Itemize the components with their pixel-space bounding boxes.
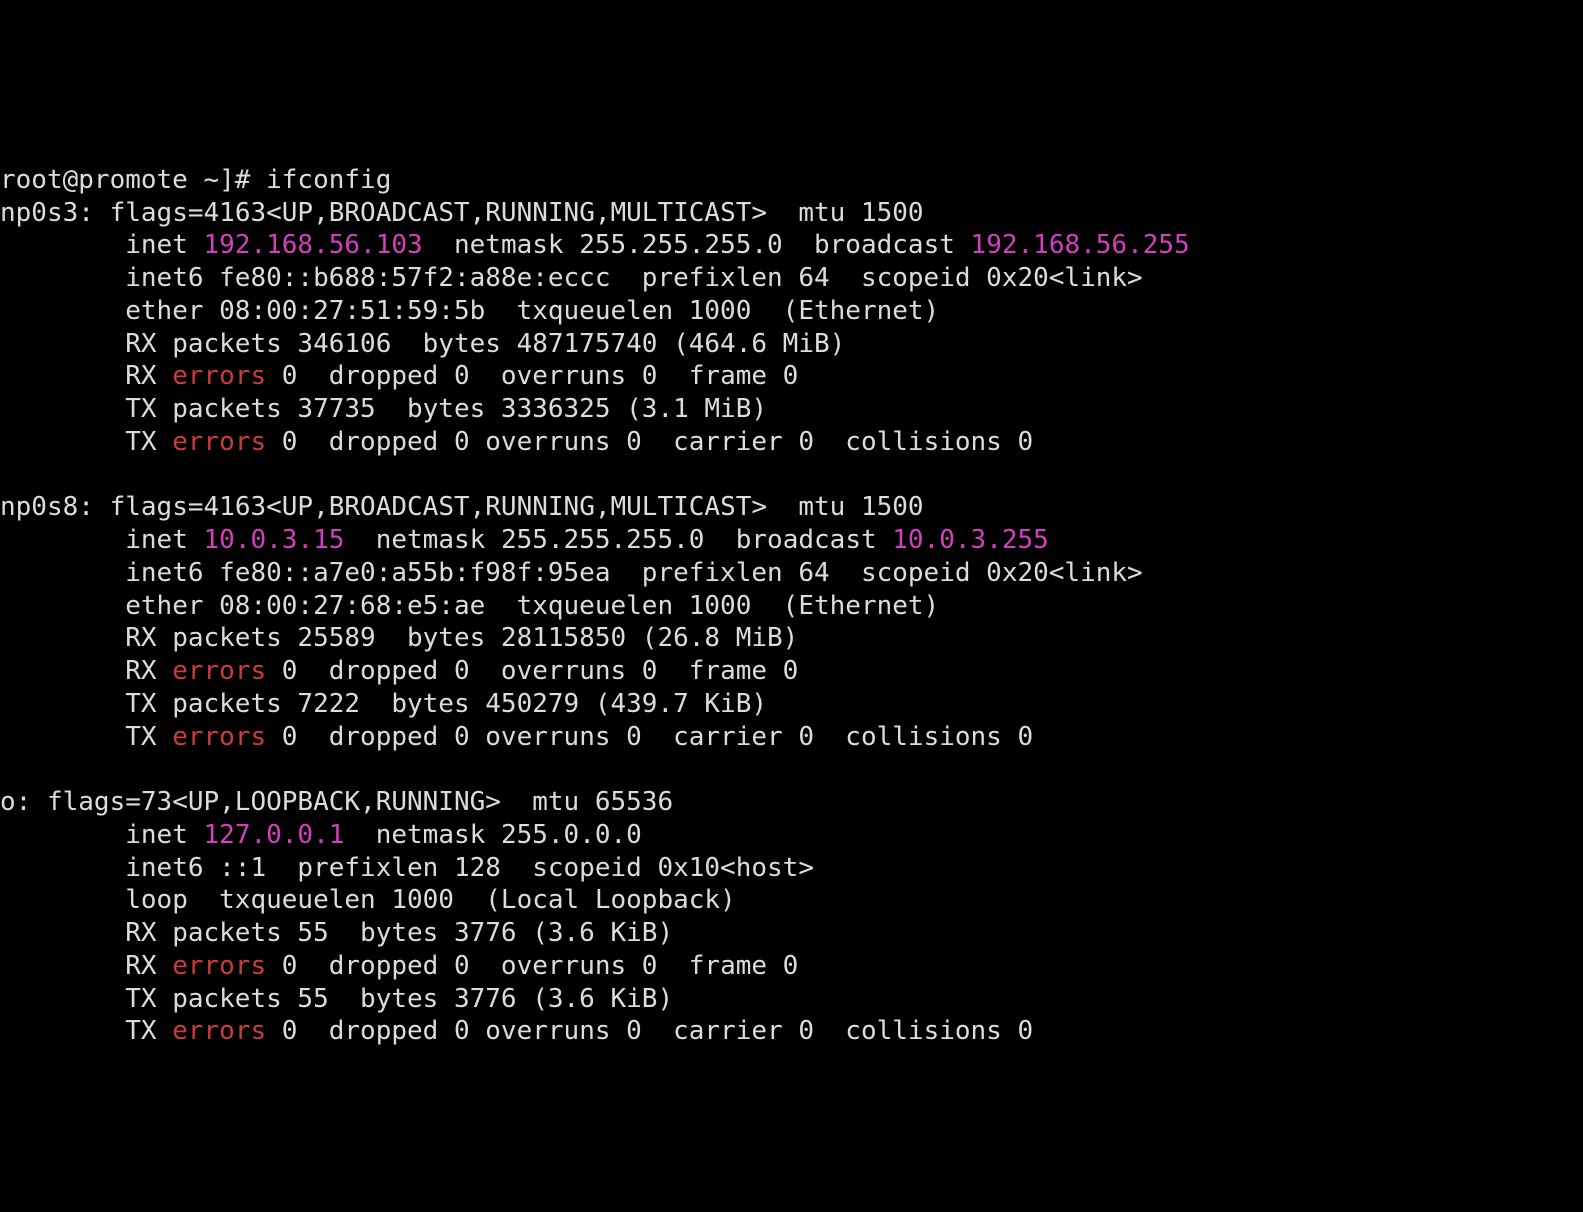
ether-line: ether 08:00:27:68:e5:ae txqueuelen 1000 …	[125, 591, 939, 621]
rx-packets-line: RX packets 55 bytes 3776 (3.6 KiB)	[125, 918, 673, 948]
inet6-line: inet6 ::1 prefixlen 128 scopeid 0x10<hos…	[125, 853, 814, 883]
ether-line: ether 08:00:27:51:59:5b txqueuelen 1000 …	[125, 296, 939, 326]
errors-word: errors	[172, 361, 266, 391]
rx-errors-prefix: RX	[125, 361, 172, 391]
tx-errors-prefix: TX	[125, 722, 172, 752]
prompt-symbol: ]#	[219, 165, 250, 195]
inet-rest: netmask 255.0.0.0	[344, 820, 641, 850]
inet-ip: 10.0.3.15	[204, 525, 345, 555]
inet-ip: 192.168.56.103	[204, 230, 423, 260]
errors-word: errors	[172, 722, 266, 752]
prompt-user-host: root@promote	[0, 165, 188, 195]
terminal-output[interactable]: root@promote ~]# ifconfig np0s3: flags=4…	[0, 164, 1583, 1048]
iface-flags: flags=73<UP,LOOPBACK,RUNNING>	[47, 787, 501, 817]
rx-errors-rest: 0 dropped 0 overruns 0 frame 0	[266, 656, 798, 686]
inet-label: inet	[125, 230, 203, 260]
iface-mtu: mtu 65536	[532, 787, 673, 817]
iface-name: np0s8	[0, 492, 78, 522]
tx-errors-rest: 0 dropped 0 overruns 0 carrier 0 collisi…	[266, 427, 1033, 457]
iface-mtu: mtu 1500	[798, 492, 923, 522]
rx-errors-prefix: RX	[125, 951, 172, 981]
iface-flags: flags=4163<UP,BROADCAST,RUNNING,MULTICAS…	[110, 492, 767, 522]
rx-errors-rest: 0 dropped 0 overruns 0 frame 0	[266, 361, 798, 391]
errors-word: errors	[172, 656, 266, 686]
prompt-command: ifconfig	[266, 165, 391, 195]
tx-errors-prefix: TX	[125, 427, 172, 457]
iface-name: o	[0, 787, 16, 817]
rx-packets-line: RX packets 25589 bytes 28115850 (26.8 Mi…	[125, 623, 798, 653]
errors-word: errors	[172, 1016, 266, 1046]
inet-ip: 127.0.0.1	[204, 820, 345, 850]
rx-errors-rest: 0 dropped 0 overruns 0 frame 0	[266, 951, 798, 981]
prompt-path: ~	[204, 165, 220, 195]
tx-packets-line: TX packets 37735 bytes 3336325 (3.1 MiB)	[125, 394, 767, 424]
tx-packets-line: TX packets 55 bytes 3776 (3.6 KiB)	[125, 984, 673, 1014]
ether-line: loop txqueuelen 1000 (Local Loopback)	[125, 885, 735, 915]
iface-mtu: mtu 1500	[798, 198, 923, 228]
iface-name: np0s3	[0, 198, 78, 228]
inet-label: inet	[125, 820, 203, 850]
rx-errors-prefix: RX	[125, 656, 172, 686]
inet-label: inet	[125, 525, 203, 555]
tx-errors-rest: 0 dropped 0 overruns 0 carrier 0 collisi…	[266, 1016, 1033, 1046]
inet-broadcast: 10.0.3.255	[892, 525, 1049, 555]
rx-packets-line: RX packets 346106 bytes 487175740 (464.6…	[125, 329, 845, 359]
inet-rest: netmask 255.255.255.0 broadcast	[344, 525, 892, 555]
tx-packets-line: TX packets 7222 bytes 450279 (439.7 KiB)	[125, 689, 767, 719]
iface-flags: flags=4163<UP,BROADCAST,RUNNING,MULTICAS…	[110, 198, 767, 228]
tx-errors-rest: 0 dropped 0 overruns 0 carrier 0 collisi…	[266, 722, 1033, 752]
inet6-line: inet6 fe80::a7e0:a55b:f98f:95ea prefixle…	[125, 558, 1142, 588]
errors-word: errors	[172, 951, 266, 981]
tx-errors-prefix: TX	[125, 1016, 172, 1046]
inet-rest: netmask 255.255.255.0 broadcast	[423, 230, 971, 260]
inet-broadcast: 192.168.56.255	[971, 230, 1190, 260]
errors-word: errors	[172, 427, 266, 457]
inet6-line: inet6 fe80::b688:57f2:a88e:eccc prefixle…	[125, 263, 1142, 293]
